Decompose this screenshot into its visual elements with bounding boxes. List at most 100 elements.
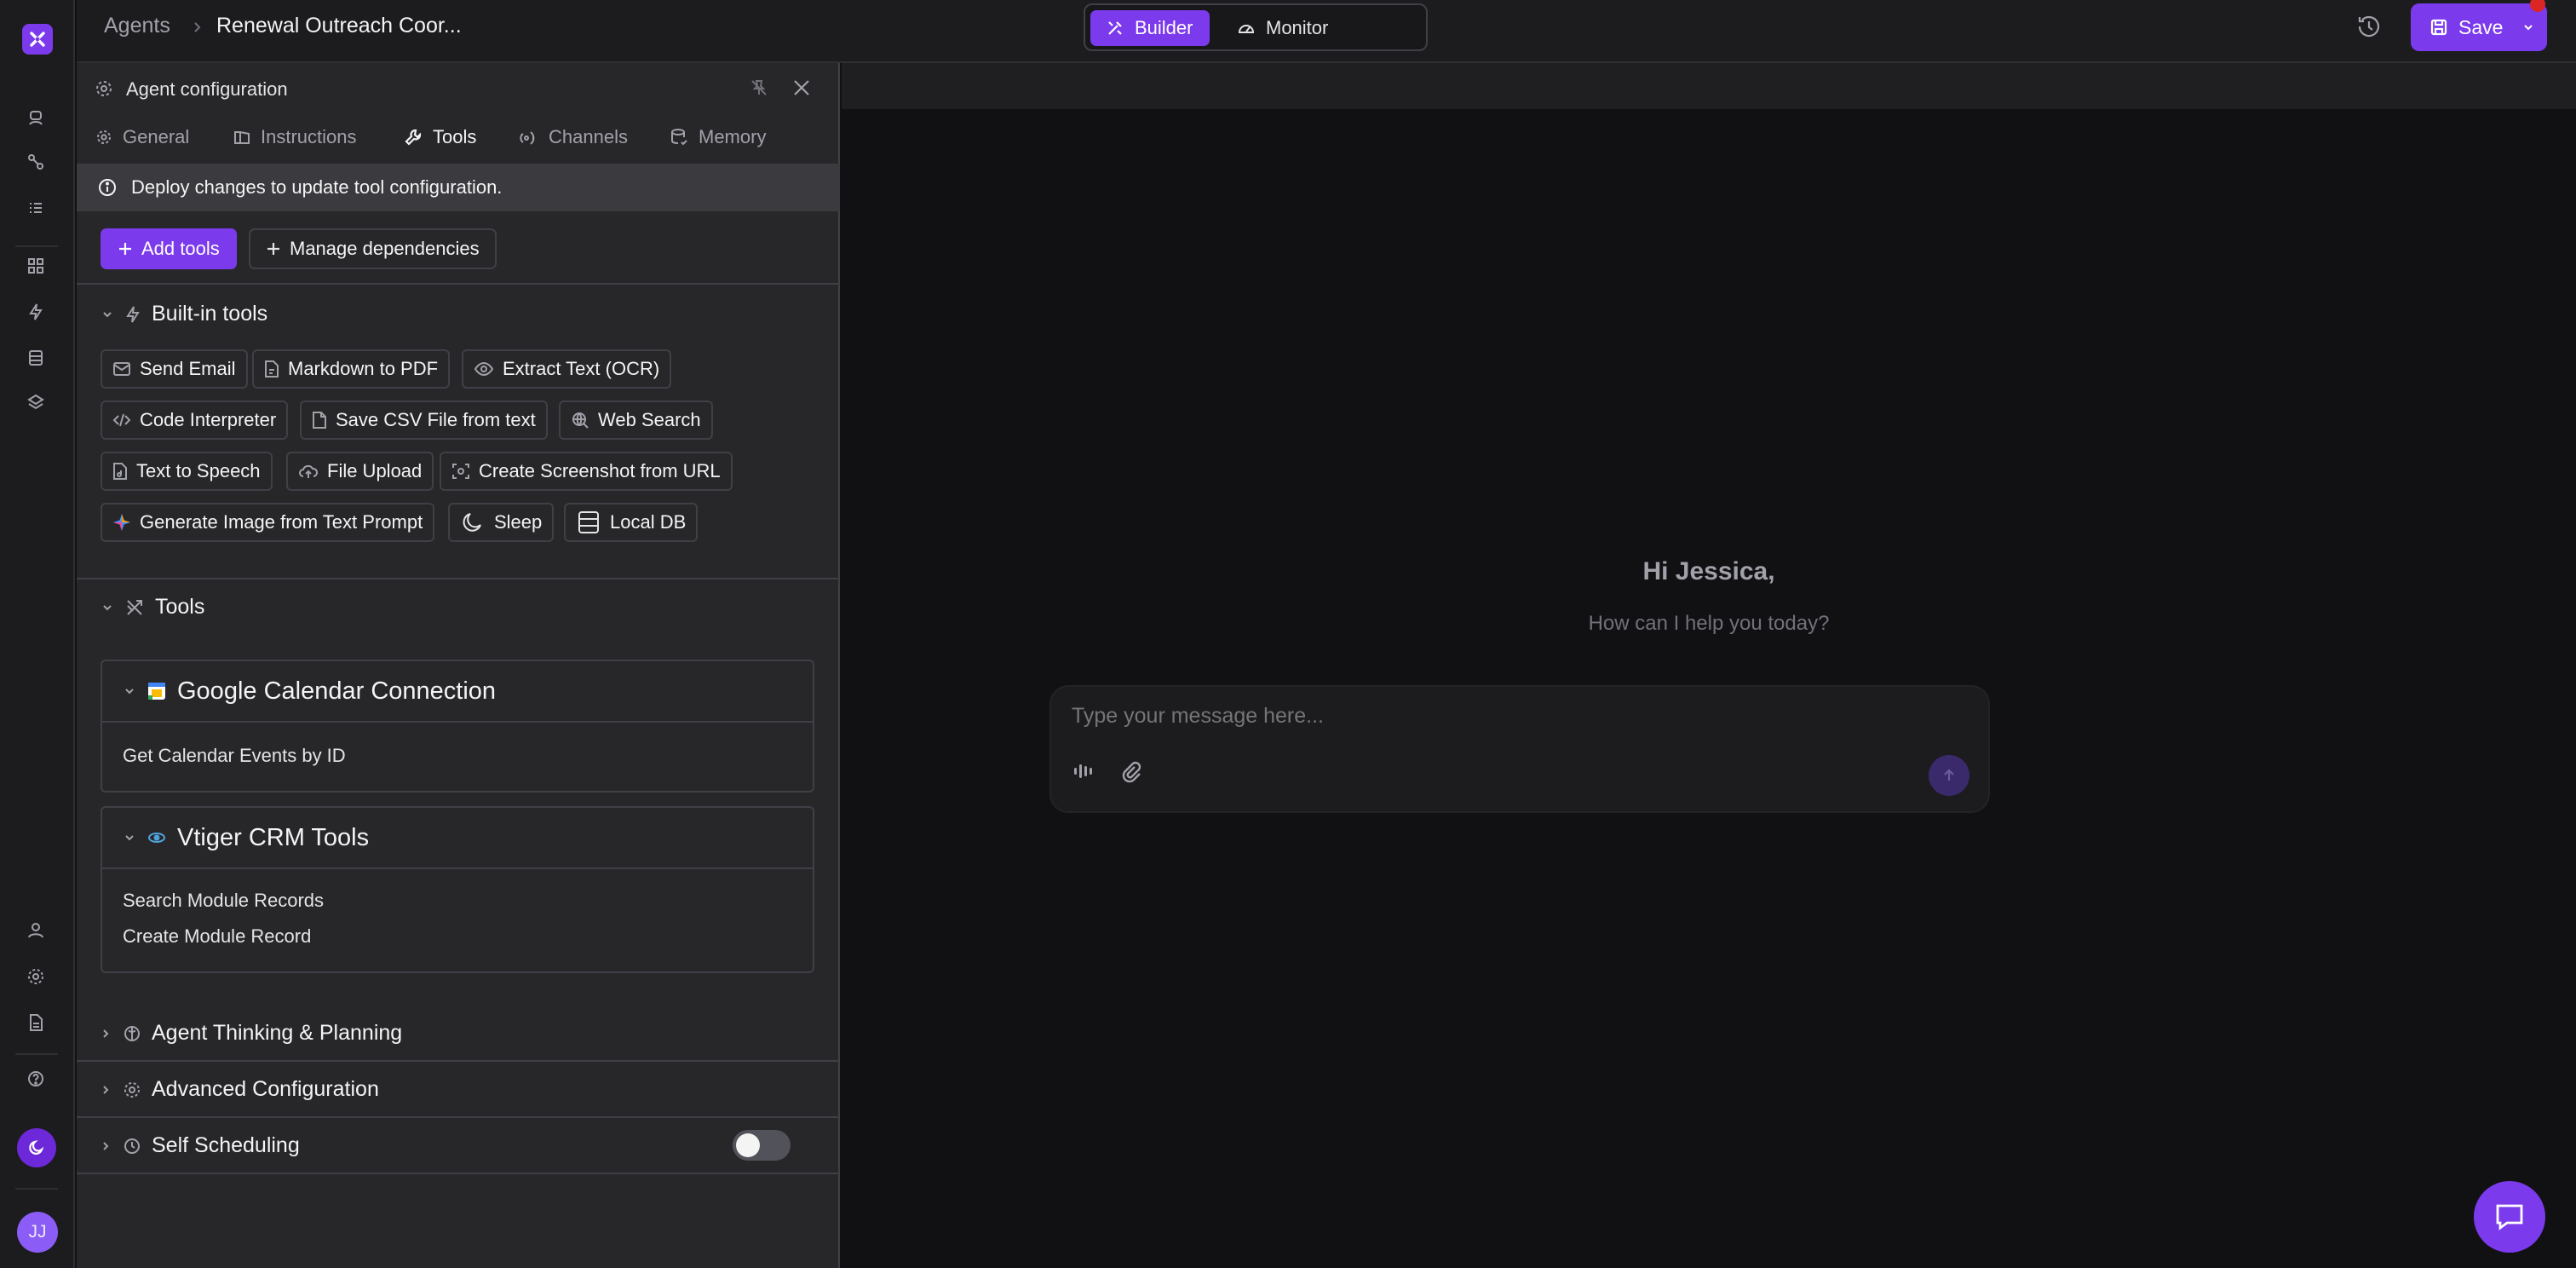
- tool-label: Sleep: [494, 511, 543, 533]
- layers-icon[interactable]: [19, 385, 53, 419]
- manage-dependencies-button[interactable]: Manage dependencies: [249, 228, 497, 269]
- tools-icon: [124, 597, 145, 618]
- tool-extract-text-ocr[interactable]: Extract Text (OCR): [462, 349, 672, 389]
- tool-save-csv[interactable]: Save CSV File from text: [300, 401, 548, 440]
- chat-composer: [1049, 685, 1990, 813]
- gear-icon: [95, 129, 112, 146]
- tool-markdown-to-pdf[interactable]: Markdown to PDF: [252, 349, 451, 389]
- tab-memory-label: Memory: [699, 126, 767, 147]
- tool-send-email[interactable]: Send Email: [101, 349, 248, 389]
- users-icon[interactable]: [19, 914, 53, 948]
- plus-icon: [266, 241, 281, 256]
- eye-icon: [474, 361, 494, 377]
- tab-general-label: General: [123, 126, 190, 147]
- arrow-up-icon: [1941, 767, 1958, 784]
- chevron-right-icon: [99, 1139, 112, 1153]
- tab-channels[interactable]: Channels: [520, 126, 628, 148]
- google-calendar-header[interactable]: Google Calendar Connection: [102, 661, 813, 723]
- connection-name: Vtiger CRM Tools: [177, 823, 370, 851]
- file-audio-icon: [112, 462, 128, 481]
- agents-icon[interactable]: [19, 101, 53, 135]
- tools-title: Tools: [155, 595, 205, 619]
- database-icon[interactable]: [19, 341, 53, 375]
- support-chat-button[interactable]: [2474, 1181, 2545, 1253]
- vtiger-header[interactable]: Vtiger CRM Tools: [102, 808, 813, 869]
- voice-input-icon[interactable]: [1072, 758, 1097, 784]
- panel-title: Agent configuration: [126, 78, 288, 100]
- gauge-icon: [1237, 19, 1256, 37]
- clock-icon: [123, 1137, 141, 1156]
- tab-general[interactable]: General: [95, 126, 189, 148]
- send-button[interactable]: [1929, 755, 1969, 796]
- tool-code-interpreter[interactable]: Code Interpreter: [101, 401, 289, 440]
- history-icon[interactable]: [2355, 12, 2383, 41]
- brain-icon: [123, 1024, 141, 1043]
- breadcrumb-agents[interactable]: Agents: [104, 14, 170, 38]
- tasks-icon[interactable]: [19, 191, 53, 225]
- workflows-icon[interactable]: [19, 145, 53, 179]
- google-calendar-icon: [147, 681, 167, 701]
- tab-memory[interactable]: Memory: [670, 126, 766, 148]
- rail-divider: [15, 245, 58, 247]
- connection-name: Google Calendar Connection: [177, 677, 497, 705]
- tab-tools[interactable]: Tools: [404, 126, 476, 148]
- monitor-tab[interactable]: Monitor: [1222, 10, 1343, 46]
- tool-web-search[interactable]: Web Search: [559, 401, 713, 440]
- settings-icon[interactable]: [19, 960, 53, 994]
- app-logo-icon[interactable]: [22, 24, 53, 55]
- dark-mode-icon[interactable]: [17, 1128, 56, 1167]
- builtin-tools-header[interactable]: Built-in tools: [101, 302, 267, 326]
- lightning-icon[interactable]: [19, 295, 53, 329]
- tools-header[interactable]: Tools: [101, 595, 204, 620]
- document-icon[interactable]: [19, 1006, 53, 1040]
- tool-label: Save CSV File from text: [336, 409, 536, 430]
- close-icon[interactable]: [791, 77, 813, 99]
- chevron-down-icon: [123, 831, 136, 844]
- pin-off-icon[interactable]: [750, 78, 768, 97]
- builder-tab[interactable]: Builder: [1090, 10, 1210, 46]
- tool-label: Send Email: [140, 358, 236, 379]
- section-title: Agent Thinking & Planning: [152, 1021, 403, 1045]
- chevron-down-icon: [123, 684, 136, 698]
- builder-label: Builder: [1135, 17, 1193, 38]
- tool-label: Local DB: [610, 511, 687, 533]
- broadcast-icon: [520, 128, 538, 147]
- tool-local-db[interactable]: Local DB: [564, 503, 699, 542]
- tool-create-module-record[interactable]: Create Module Record: [123, 925, 311, 948]
- globe-search-icon: [571, 411, 589, 429]
- memory-icon: [670, 128, 688, 147]
- tool-create-screenshot[interactable]: Create Screenshot from URL: [440, 452, 733, 491]
- tool-file-upload[interactable]: File Upload: [286, 452, 434, 491]
- tool-label: Markdown to PDF: [288, 358, 439, 379]
- cloud-upload-icon: [298, 463, 319, 480]
- attachment-icon[interactable]: [1118, 758, 1143, 784]
- apps-grid-icon[interactable]: [19, 249, 53, 283]
- tab-instructions[interactable]: Instructions: [233, 126, 357, 148]
- chevron-right-icon: [189, 15, 206, 39]
- rail-divider: [15, 1188, 58, 1190]
- chevron-down-icon[interactable]: [2521, 20, 2535, 34]
- save-label: Save: [2458, 15, 2504, 38]
- vtiger-logo-icon: [147, 827, 167, 848]
- tool-sleep[interactable]: Sleep: [448, 503, 555, 542]
- tool-search-module-records[interactable]: Search Module Records: [123, 890, 324, 912]
- mode-switch: Builder Monitor: [1084, 3, 1428, 51]
- tool-text-to-speech[interactable]: Text to Speech: [101, 452, 273, 491]
- self-scheduling-section[interactable]: Self Scheduling: [99, 1133, 300, 1158]
- add-tools-button[interactable]: Add tools: [101, 228, 237, 269]
- agent-config-panel: Agent configuration General Instructions…: [77, 63, 840, 1268]
- agent-thinking-section[interactable]: Agent Thinking & Planning: [99, 1021, 402, 1046]
- book-icon: [233, 129, 250, 146]
- help-icon[interactable]: [19, 1062, 53, 1096]
- wrench-icon: [404, 128, 423, 147]
- message-input[interactable]: [1072, 704, 1958, 729]
- tool-label: Web Search: [598, 409, 701, 430]
- tool-generate-image[interactable]: Generate Image from Text Prompt: [101, 503, 435, 542]
- user-avatar[interactable]: JJ: [17, 1212, 58, 1253]
- advanced-config-section[interactable]: Advanced Configuration: [99, 1077, 379, 1102]
- self-scheduling-toggle[interactable]: [733, 1130, 791, 1161]
- divider: [77, 283, 840, 285]
- save-button[interactable]: Save: [2411, 3, 2547, 51]
- tool-get-calendar-events[interactable]: Get Calendar Events by ID: [123, 745, 346, 767]
- toggle-knob: [736, 1133, 760, 1157]
